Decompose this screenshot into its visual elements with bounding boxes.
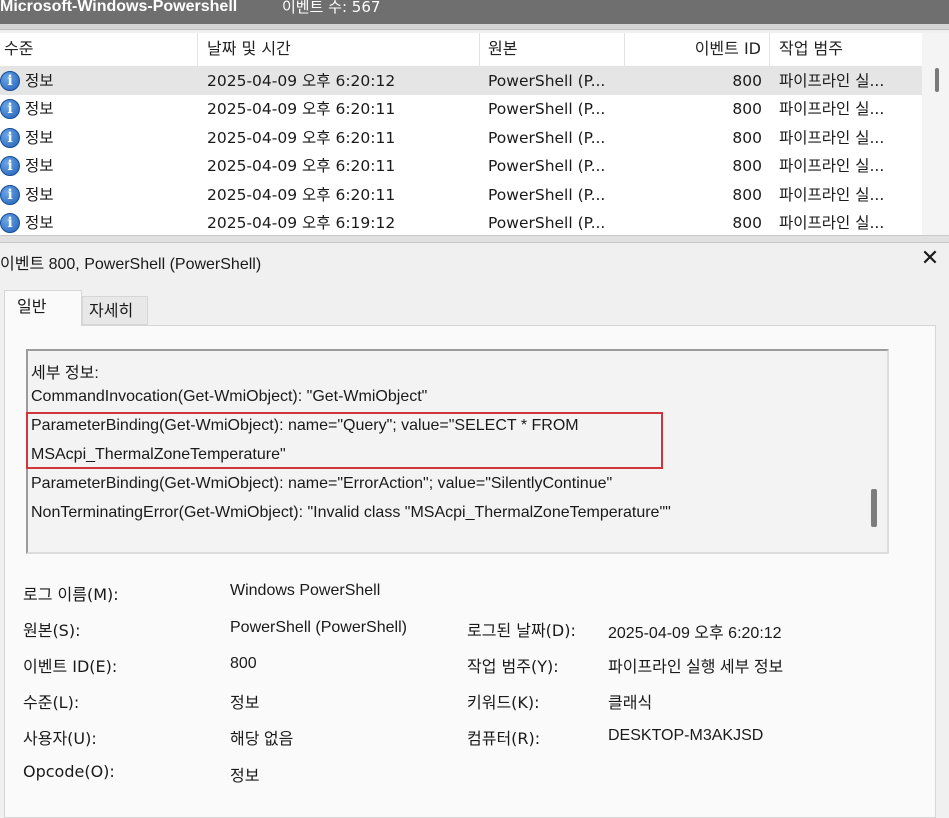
row-event-id: 800	[732, 214, 762, 232]
computer-label: 컴퓨터(R):	[467, 729, 541, 748]
message-line: CommandInvocation(Get-WmiObject): "Get-W…	[31, 388, 428, 405]
row-datetime: 2025-04-09 오후 6:20:11	[207, 157, 396, 176]
highlight-box	[26, 412, 663, 469]
row-category: 파이프라인 실...	[779, 100, 885, 119]
row-level: 정보	[25, 128, 54, 147]
keywords-value: 클래식	[608, 695, 653, 712]
event-list-scroll-thumb[interactable]	[935, 68, 939, 92]
row-datetime: 2025-04-09 오후 6:20:11	[207, 185, 396, 204]
close-icon[interactable]: ✕	[919, 248, 941, 270]
event-row[interactable]: i 정보 2025-04-09 오후 6:20:11 PowerShell (P…	[0, 124, 922, 152]
user-label: 사용자(U):	[23, 729, 97, 748]
tab-details[interactable]: 자세히	[82, 296, 148, 325]
log-name-value: Windows PowerShell	[230, 582, 381, 599]
log-name-label: 로그 이름(M):	[23, 585, 119, 604]
column-header-datetime[interactable]: 날짜 및 시간	[198, 33, 480, 66]
tab-general[interactable]: 일반	[4, 290, 82, 326]
row-source: PowerShell (P...	[488, 100, 606, 119]
column-header-event-id[interactable]: 이벤트 ID	[625, 33, 770, 66]
row-category: 파이프라인 실...	[779, 157, 885, 176]
message-scroll-thumb[interactable]	[871, 489, 877, 527]
information-icon: i	[0, 71, 20, 91]
row-datetime: 2025-04-09 오후 6:19:12	[207, 214, 396, 232]
column-header-level[interactable]: 수준	[0, 33, 198, 66]
row-source: PowerShell (P...	[488, 185, 606, 204]
row-source: PowerShell (P...	[488, 157, 606, 176]
event-id-label: 이벤트 ID(E):	[23, 657, 118, 676]
event-row[interactable]: i 정보 2025-04-09 오후 6:20:12 PowerShell (P…	[0, 67, 922, 96]
message-line: ParameterBinding(Get-WmiObject): name="E…	[31, 475, 613, 492]
event-list-scrollbar[interactable]	[922, 33, 949, 235]
row-level: 정보	[25, 214, 54, 232]
task-category-value: 파이프라인 실행 세부 정보	[608, 659, 784, 676]
row-event-id: 800	[732, 185, 762, 204]
information-icon: i	[0, 156, 20, 177]
message-line: NonTerminatingError(Get-WmiObject): "Inv…	[31, 504, 671, 521]
event-id-value: 800	[230, 655, 257, 672]
task-category-label: 작업 범주(Y):	[467, 657, 559, 676]
row-datetime: 2025-04-09 오후 6:20:12	[207, 72, 396, 90]
source-label: 원본(S):	[23, 621, 81, 640]
keywords-label: 키워드(K):	[467, 693, 540, 712]
row-level: 정보	[25, 185, 54, 204]
information-icon: i	[0, 184, 20, 205]
opcode-label: Opcode(O):	[23, 762, 115, 781]
row-level: 정보	[25, 100, 54, 119]
row-category: 파이프라인 실...	[779, 185, 885, 204]
level-label: 수준(L):	[23, 693, 80, 712]
row-event-id: 800	[732, 100, 762, 119]
user-value: 해당 없음	[230, 731, 294, 748]
level-value: 정보	[230, 695, 260, 712]
opcode-value: 정보	[230, 768, 260, 785]
event-list-header: 수준 날짜 및 시간 원본 이벤트 ID 작업 범주	[0, 33, 922, 67]
row-source: PowerShell (P...	[488, 72, 606, 90]
row-event-id: 800	[732, 157, 762, 176]
row-source: PowerShell (P...	[488, 128, 606, 147]
row-level: 정보	[25, 157, 54, 176]
log-title-bar: Microsoft-Windows-Powershell 이벤트 수: 567	[0, 0, 949, 24]
row-event-id: 800	[732, 128, 762, 147]
event-row[interactable]: i 정보 2025-04-09 오후 6:20:11 PowerShell (P…	[0, 152, 922, 180]
column-header-category[interactable]: 작업 범주	[770, 33, 922, 66]
row-category: 파이프라인 실...	[779, 72, 885, 90]
event-row[interactable]: i 정보 2025-04-09 오후 6:20:11 PowerShell (P…	[0, 95, 922, 123]
information-icon: i	[0, 127, 20, 148]
row-source: PowerShell (P...	[488, 214, 606, 232]
log-name: Microsoft-Windows-Powershell	[0, 0, 238, 15]
event-detail-title: 이벤트 800, PowerShell (PowerShell)	[0, 256, 262, 273]
information-icon: i	[0, 213, 20, 233]
message-line: 세부 정보:	[31, 365, 99, 382]
row-category: 파이프라인 실...	[779, 214, 885, 232]
event-row[interactable]: i 정보 2025-04-09 오후 6:19:12 PowerShell (P…	[0, 209, 922, 235]
row-level: 정보	[25, 72, 54, 90]
event-count: 이벤트 수: 567	[282, 0, 381, 16]
row-event-id: 800	[732, 72, 762, 90]
information-icon: i	[0, 99, 20, 120]
source-value: PowerShell (PowerShell)	[230, 619, 407, 636]
title-divider	[0, 24, 949, 30]
event-row[interactable]: i 정보 2025-04-09 오후 6:20:11 PowerShell (P…	[0, 181, 922, 209]
event-list[interactable]: 수준 날짜 및 시간 원본 이벤트 ID 작업 범주 i 정보 2025-04-…	[0, 33, 922, 235]
computer-value: DESKTOP-M3AKJSD	[608, 727, 764, 744]
row-datetime: 2025-04-09 오후 6:20:11	[207, 100, 396, 119]
logged-label: 로그된 날짜(D):	[467, 621, 576, 640]
column-header-source[interactable]: 원본	[480, 33, 625, 66]
logged-value: 2025-04-09 오후 6:20:12	[608, 625, 782, 642]
pane-splitter[interactable]	[0, 235, 949, 243]
row-category: 파이프라인 실...	[779, 128, 885, 147]
row-datetime: 2025-04-09 오후 6:20:11	[207, 128, 396, 147]
